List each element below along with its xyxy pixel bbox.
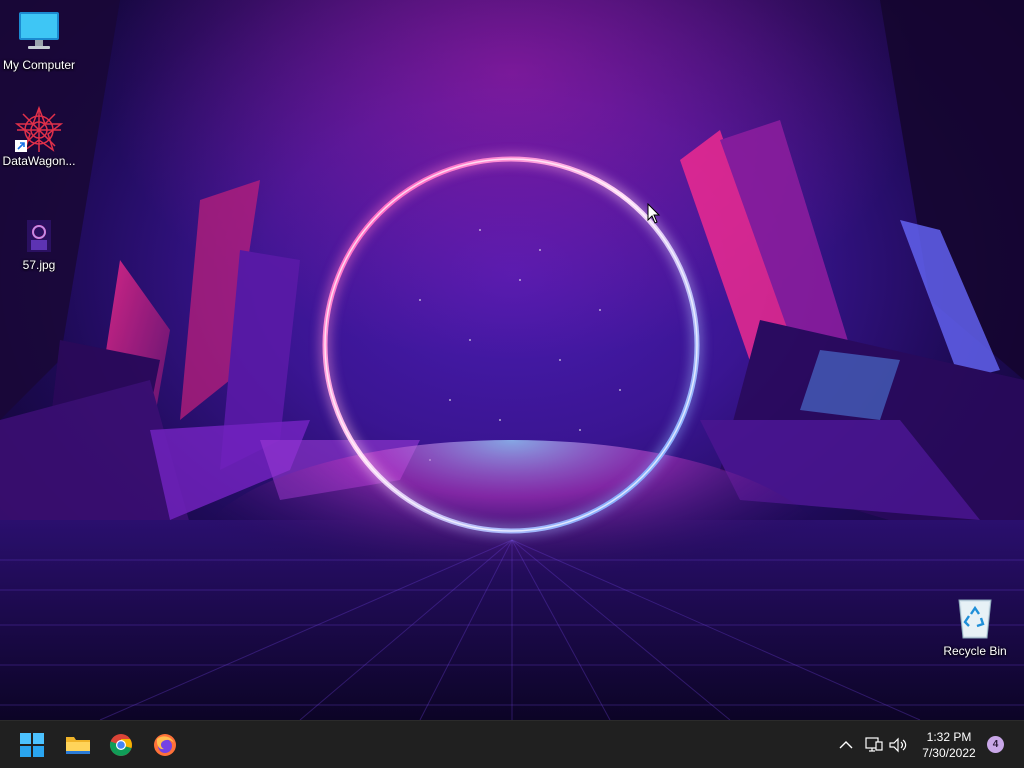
monitor-icon bbox=[15, 10, 63, 54]
image-file-icon bbox=[15, 218, 63, 254]
clock-date: 7/30/2022 bbox=[922, 746, 976, 760]
desktop-icon-recycle-bin[interactable]: Recycle Bin bbox=[936, 596, 1014, 658]
mouse-cursor-icon bbox=[647, 203, 661, 224]
desktop-icon-label: 57.jpg bbox=[22, 258, 56, 272]
recycle-bin-icon bbox=[951, 596, 999, 640]
desktop-icon-my-computer[interactable]: My Computer bbox=[0, 10, 78, 72]
chevron-up-icon bbox=[839, 741, 853, 749]
desktop-icon-label: Recycle Bin bbox=[943, 644, 1007, 658]
firefox-button[interactable] bbox=[147, 727, 183, 763]
start-button[interactable] bbox=[14, 727, 50, 763]
system-clock[interactable]: 1:32 PM 7/30/2022 bbox=[914, 729, 984, 761]
file-explorer-button[interactable] bbox=[59, 727, 95, 763]
desktop-icon-label: DataWagon... bbox=[2, 154, 76, 168]
desktop-icon-57-jpg[interactable]: 57.jpg bbox=[0, 218, 78, 272]
desktop-icon-datawagon[interactable]: DataWagon... bbox=[0, 105, 78, 168]
network-icon bbox=[865, 737, 883, 752]
folder-icon bbox=[66, 737, 90, 754]
neon-ring-wallpaper bbox=[0, 0, 1024, 720]
notification-badge[interactable]: 4 bbox=[987, 736, 1004, 753]
desktop-icon-label: My Computer bbox=[2, 58, 76, 72]
show-hidden-icons-button[interactable] bbox=[836, 733, 858, 757]
taskbar: 1:32 PM 7/30/2022 bbox=[0, 720, 1024, 768]
windows-start-icon bbox=[20, 733, 44, 757]
network-button[interactable] bbox=[862, 733, 884, 757]
volume-icon bbox=[889, 737, 907, 753]
datawagon-shortcut-icon bbox=[14, 105, 64, 152]
chrome-button[interactable] bbox=[103, 727, 139, 763]
volume-button[interactable] bbox=[887, 733, 909, 757]
firefox-icon bbox=[154, 734, 176, 756]
desktop[interactable]: My Computer DataWagon... 57.jpg Recycle … bbox=[0, 0, 1024, 720]
clock-time: 1:32 PM bbox=[926, 730, 972, 744]
chrome-icon bbox=[109, 734, 132, 756]
